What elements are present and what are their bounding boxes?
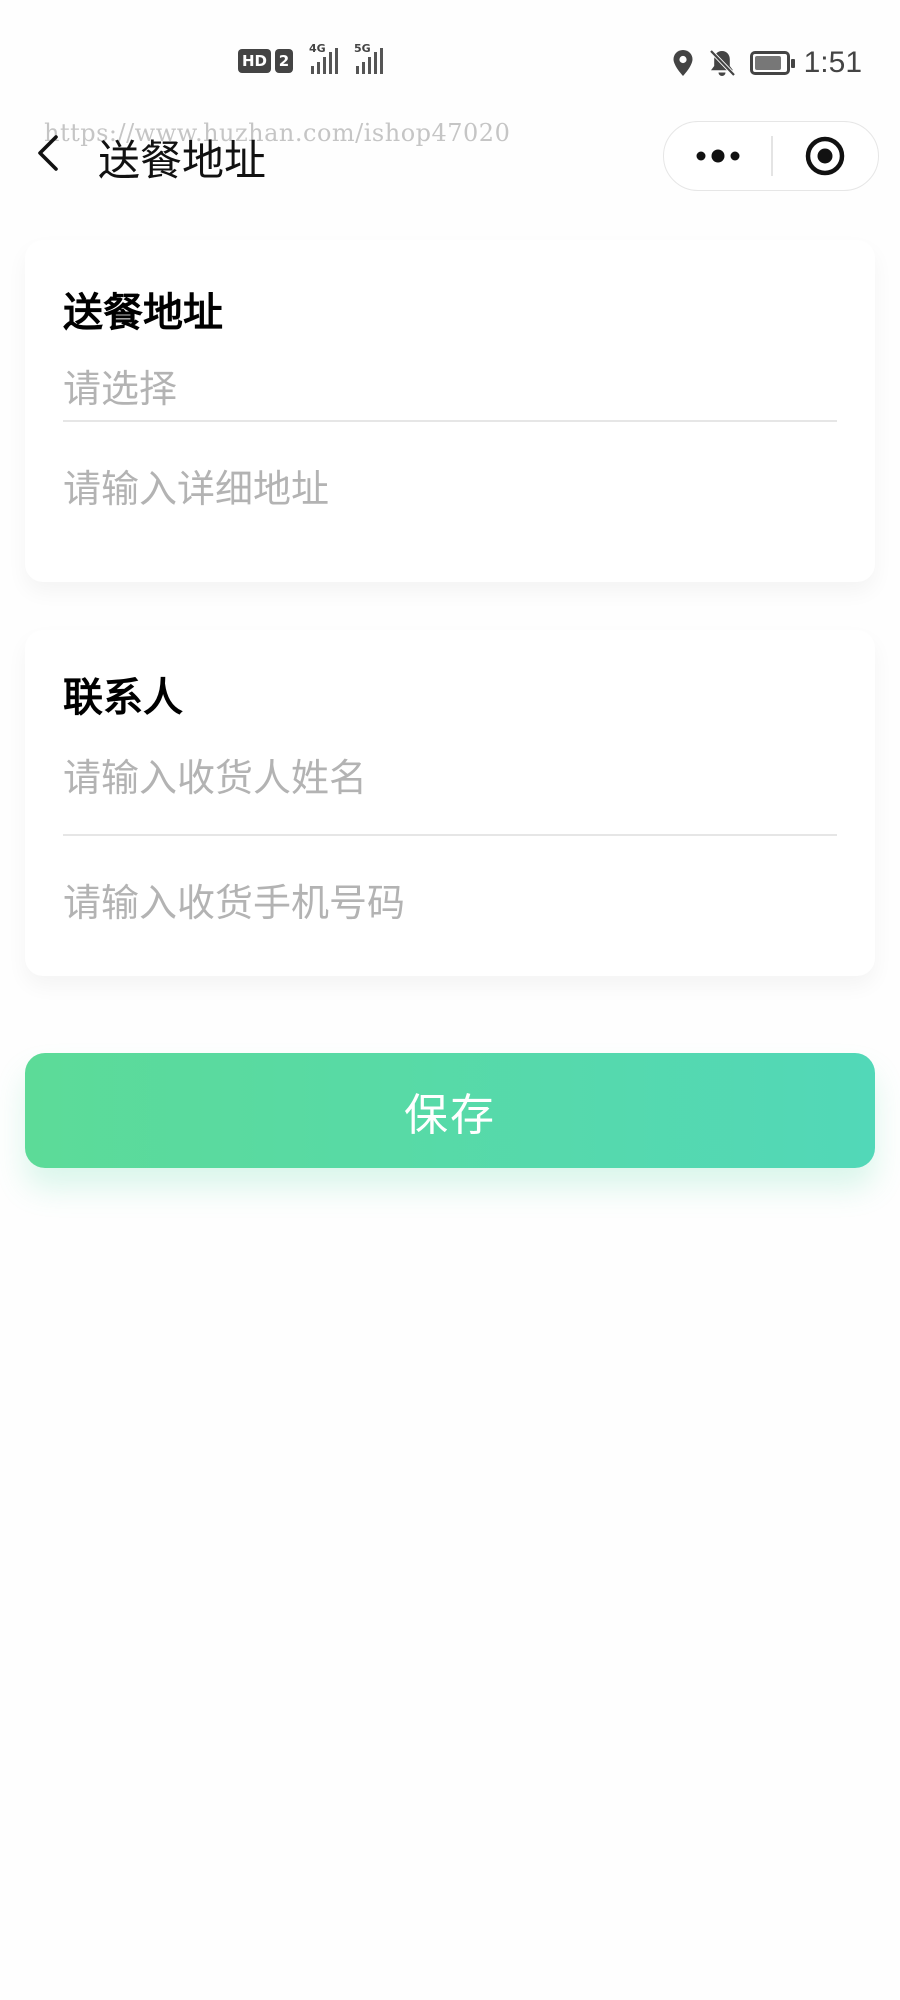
network-type-label: 4G [309,42,326,55]
contact-card: 联系人 请输入收货人姓名 请输入收货手机号码 [25,630,875,976]
location-icon [673,50,693,76]
detail-address-input[interactable]: 请输入详细地址 [63,458,837,513]
recipient-name-input[interactable]: 请输入收货人姓名 [63,747,837,802]
network-type-label: 5G [354,42,371,55]
address-card: 送餐地址 请选择 请输入详细地址 [25,240,875,582]
contact-section-title: 联系人 [63,675,183,721]
more-icon [696,149,739,163]
recipient-phone-input[interactable]: 请输入收货手机号码 [63,872,837,927]
region-select[interactable]: 请选择 [63,358,837,413]
close-mini-program-button[interactable] [773,122,879,190]
mini-program-capsule [663,121,879,191]
navigation-bar: https://www.huzhan.com/ishop47020 送餐地址 [0,95,900,225]
field-divider [63,420,837,422]
back-button[interactable] [30,133,70,173]
status-icons: 1:51 [672,46,862,80]
sim-badge: 2 [275,49,294,73]
hd-badge: HD [238,49,272,73]
save-button-label: 保存 [404,1089,496,1141]
close-target-icon [806,136,845,176]
back-icon [38,135,58,171]
bell-off-icon [709,49,736,77]
address-section-title: 送餐地址 [63,290,223,336]
page-title: 送餐地址 [98,136,267,185]
more-button[interactable] [664,122,771,190]
save-button[interactable]: 保存 [25,1053,875,1168]
signal-5g-icon: 5G [354,42,384,74]
battery-icon [749,51,795,75]
signal-4g-icon: 4G [309,42,339,74]
signal-indicators: HD 2 4G 5G [238,42,384,74]
field-divider [63,834,837,836]
clock: 1:51 [803,46,862,79]
